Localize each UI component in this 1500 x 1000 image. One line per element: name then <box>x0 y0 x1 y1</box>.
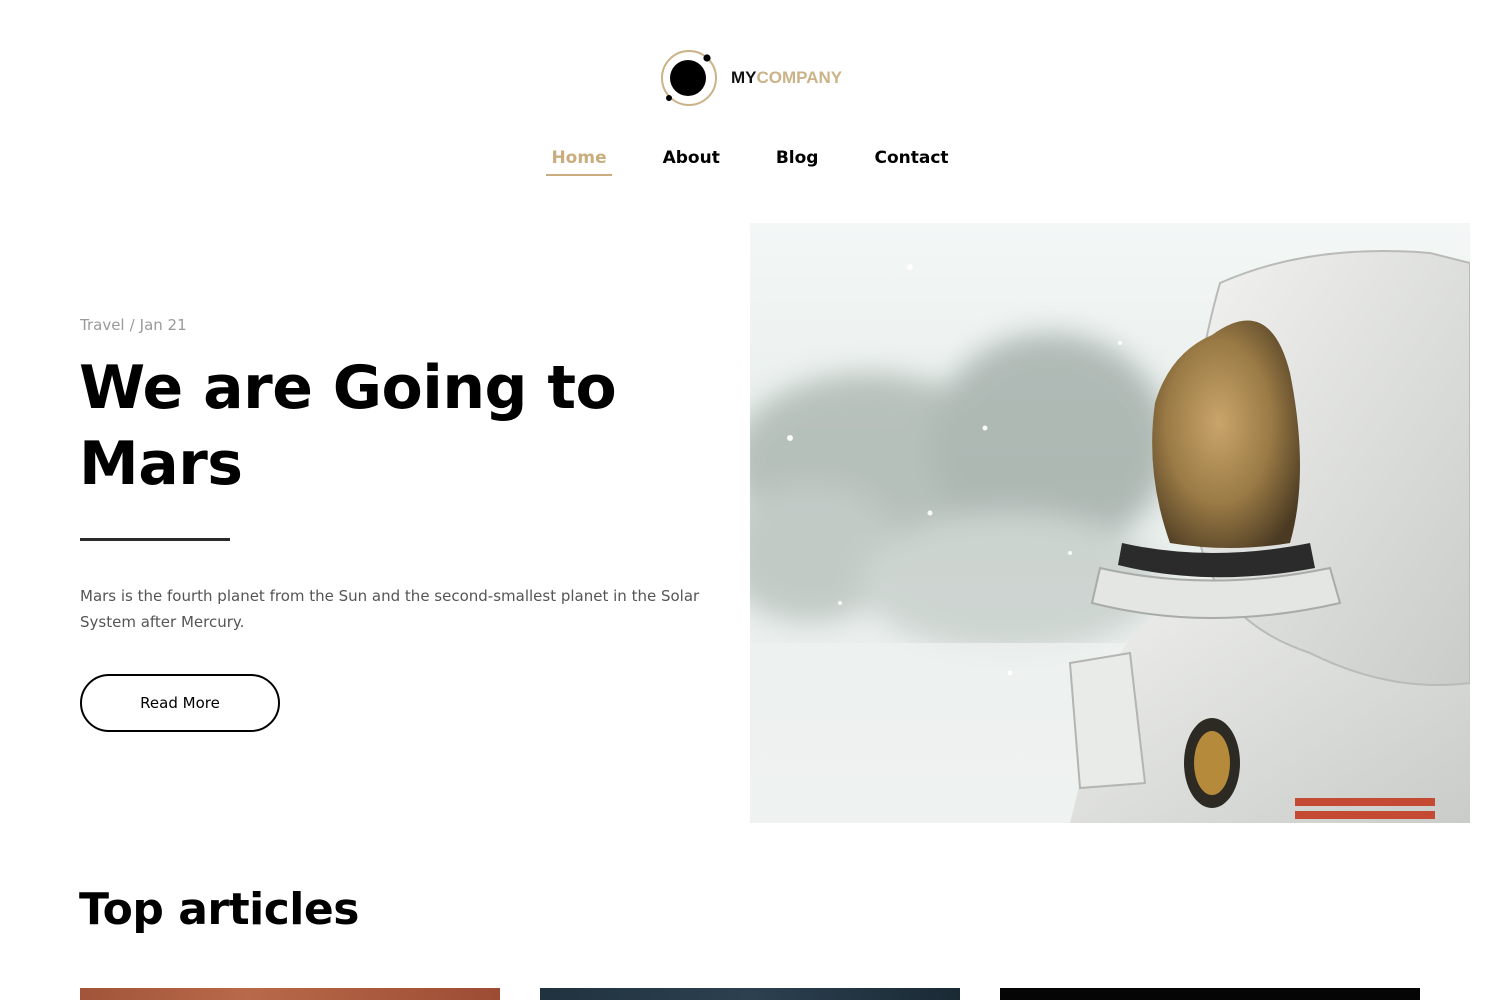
logo-wordmark: MYCOMPANY <box>731 68 842 88</box>
astronaut-photo <box>750 250 1470 823</box>
nav-item-contact[interactable]: Contact <box>869 146 953 176</box>
hero-title: We are Going to Mars <box>79 353 617 499</box>
nav-item-home[interactable]: Home <box>546 146 612 176</box>
logo-text-my: MY <box>731 68 757 87</box>
article-card-night-sky[interactable] <box>540 988 960 1000</box>
post-date: Jan 21 <box>139 316 187 334</box>
nav-item-about[interactable]: About <box>658 146 725 176</box>
article-card-mars[interactable] <box>80 988 500 1000</box>
logo-text-company: COMPANY <box>756 68 843 87</box>
nav-item-blog[interactable]: Blog <box>771 146 824 176</box>
post-category: Travel <box>80 316 125 334</box>
site-logo[interactable]: MYCOMPANY <box>660 48 842 108</box>
hero-divider <box>80 538 230 541</box>
planet-orbit-icon <box>661 50 717 106</box>
post-meta: Travel / Jan 21 <box>80 316 187 334</box>
main-nav: Home About Blog Contact <box>0 146 1500 176</box>
meta-separator: / <box>129 316 135 334</box>
read-more-button[interactable]: Read More <box>80 674 280 732</box>
article-card-space[interactable] <box>1000 988 1420 1000</box>
hero-image <box>750 223 1470 823</box>
hero-description: Mars is the fourth planet from the Sun a… <box>80 587 700 631</box>
top-articles-title: Top articles <box>79 884 359 935</box>
page: MYCOMPANY Home About Blog Contact Travel… <box>0 0 1500 1000</box>
